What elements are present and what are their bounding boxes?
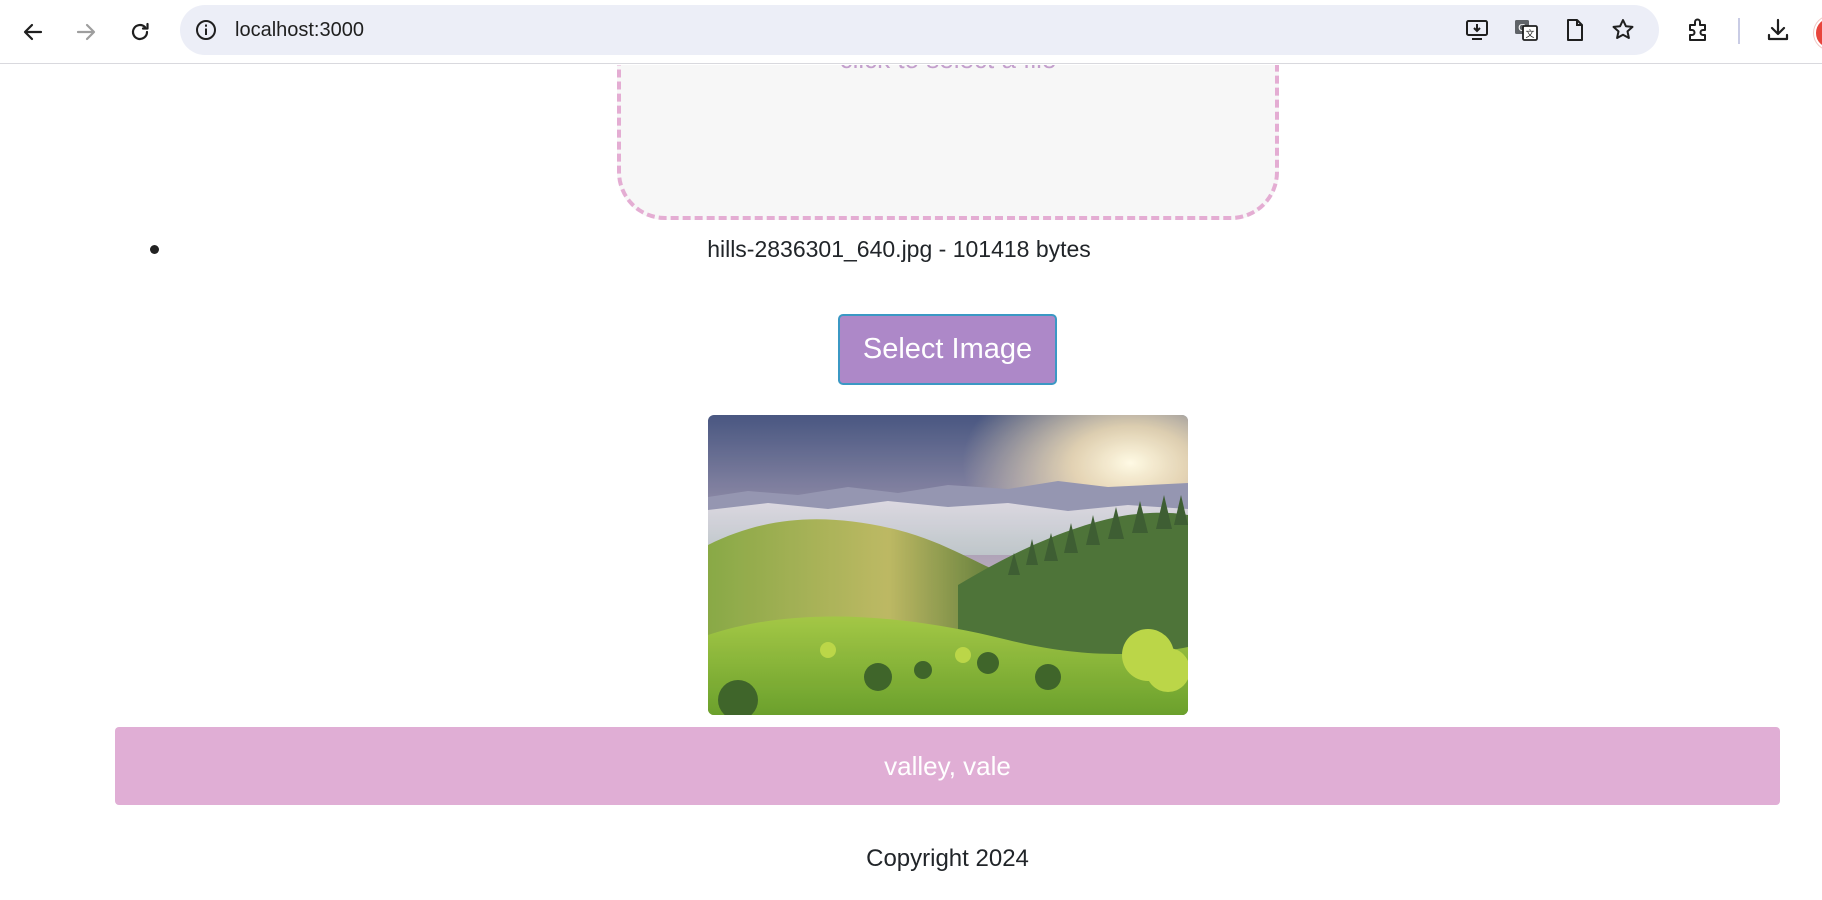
extensions-puzzle-icon[interactable]	[1683, 14, 1715, 46]
footer-copyright: Copyright 2024	[866, 845, 1029, 872]
page-icon[interactable]	[1561, 16, 1589, 44]
browser-toolbar: localhost:3000 G 文	[0, 0, 1822, 64]
profile-avatar[interactable]	[1814, 16, 1822, 50]
reload-icon	[131, 22, 149, 41]
forward-button[interactable]	[66, 12, 106, 52]
url-text[interactable]: localhost:3000	[235, 5, 364, 55]
translate-icon[interactable]: G 文	[1512, 16, 1540, 44]
image-preview	[708, 415, 1188, 715]
result-label: valley, vale	[884, 750, 1011, 781]
back-button[interactable]	[13, 12, 53, 52]
page-content: click to select a file hills-2836301_640…	[0, 65, 1822, 900]
install-app-icon[interactable]	[1463, 16, 1491, 44]
file-entry-text: hills-2836301_640.jpg - 101418 bytes	[707, 236, 1091, 262]
svg-text:文: 文	[1525, 28, 1534, 40]
bookmark-star-icon[interactable]	[1609, 16, 1637, 44]
dropzone-label: click to select a file	[621, 65, 1275, 75]
select-image-button[interactable]: Select Image	[838, 314, 1057, 385]
file-dropzone[interactable]: click to select a file	[617, 65, 1279, 220]
back-arrow-icon	[23, 23, 43, 41]
toolbar-separator	[1738, 18, 1740, 44]
reload-button[interactable]	[120, 12, 160, 52]
site-info-icon[interactable]	[194, 18, 218, 42]
address-bar[interactable]: localhost:3000 G 文	[180, 5, 1659, 55]
landscape-photo	[708, 415, 1188, 715]
file-list: hills-2836301_640.jpg - 101418 bytes	[0, 228, 1822, 268]
downloads-icon[interactable]	[1762, 14, 1794, 46]
list-bullet	[150, 245, 159, 254]
forward-arrow-icon	[76, 23, 96, 41]
classification-result: valley, vale	[115, 727, 1780, 805]
